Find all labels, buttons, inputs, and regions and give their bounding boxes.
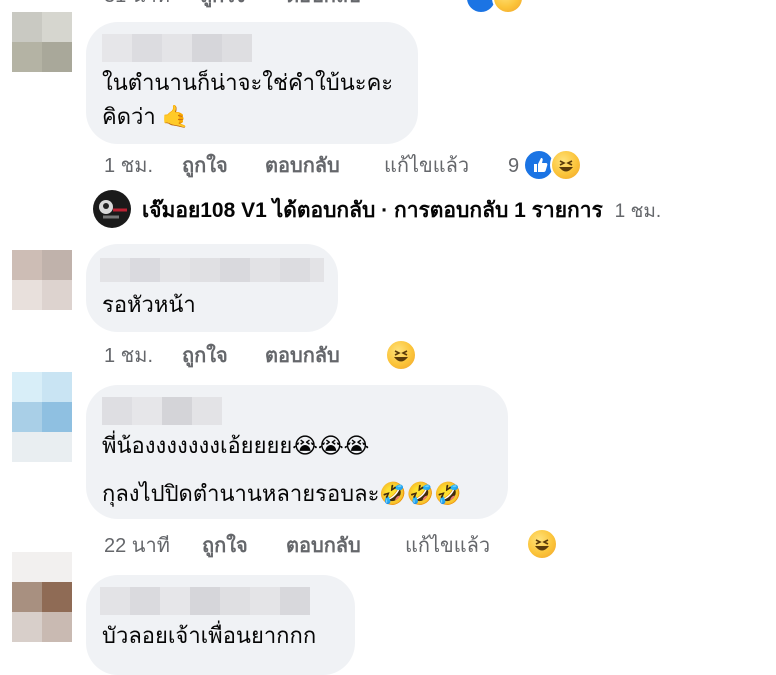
avatar[interactable]	[12, 582, 72, 642]
comment-text: คิดว่า 🤙	[102, 104, 190, 129]
commenter-name-blurred[interactable]	[102, 397, 222, 425]
comment-text: ในตำนานก็น่าจะใช่คำใบ้นะคะ	[102, 70, 394, 95]
comment-text: รอหัวหน้า	[102, 292, 196, 317]
avatar-top	[12, 552, 72, 582]
comment-text: บัวลอยเจ้าเพื่อนยากกก	[102, 623, 317, 648]
edited-label[interactable]: แก้ไขแล้ว	[384, 150, 469, 182]
reply-thread-text[interactable]: เจ๊มอย108 V1 ได้ตอบกลับ · การตอบกลับ 1 ร…	[142, 199, 603, 222]
haha-icon[interactable]	[526, 528, 558, 560]
avatar[interactable]	[12, 250, 72, 310]
comment-text: พี่น้องงงงงงงเอ้ยยยย😭😭😭	[102, 433, 370, 458]
comment-bubble: ในตำนานก็น่าจะใช่คำใบ้นะคะ คิดว่า 🤙	[86, 22, 418, 144]
reply-button[interactable]: ตอบกลับ	[265, 150, 340, 182]
comment-text: กุลงไปปิดตำนานหลายรอบละ🤣🤣🤣	[102, 481, 462, 506]
comment-bubble: รอหัวหน้า	[86, 244, 338, 332]
reply-thread-time: 1 ชม.	[614, 201, 662, 222]
comment-time[interactable]: 1 ชม.	[104, 340, 153, 372]
haha-icon	[492, 0, 524, 14]
haha-icon[interactable]	[385, 339, 417, 371]
commenter-name-blurred[interactable]	[100, 587, 310, 615]
commenter-name-blurred[interactable]	[100, 258, 324, 282]
like-button[interactable]: ถูกใจ	[182, 340, 228, 372]
reply-button[interactable]: ตอบกลับ	[265, 340, 340, 372]
avatar-shadow	[12, 432, 72, 462]
like-button[interactable]: ถูกใจ	[182, 150, 228, 182]
comment-bubble: บัวลอยเจ้าเพื่อนยากกก	[86, 575, 355, 675]
commenter-name-blurred[interactable]	[102, 34, 252, 62]
comment-time[interactable]: 22 นาที	[104, 530, 170, 562]
view-replies-link[interactable]: เจ๊มอย108 V1 ได้ตอบกลับ · การตอบกลับ 1 ร…	[142, 194, 661, 228]
avatar[interactable]	[12, 12, 72, 72]
reply-button[interactable]: ตอบกลับ	[286, 530, 361, 562]
avatar[interactable]	[12, 372, 72, 432]
like-button[interactable]: ถูกใจ	[202, 530, 248, 562]
reply-avatar[interactable]	[93, 190, 131, 228]
comment-bubble: พี่น้องงงงงงงเอ้ยยยย😭😭😭 กุลงไปปิดตำนานหล…	[86, 385, 508, 519]
reaction-count[interactable]: 9	[508, 150, 519, 182]
haha-icon[interactable]	[550, 149, 582, 181]
comment-time[interactable]: 1 ชม.	[104, 150, 153, 182]
edited-label[interactable]: แก้ไขแล้ว	[405, 530, 490, 562]
